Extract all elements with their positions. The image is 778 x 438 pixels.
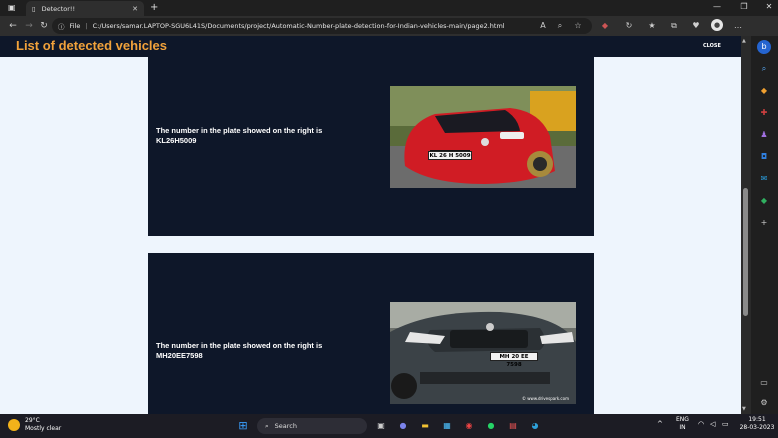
more-icon[interactable]: …	[731, 19, 745, 33]
games-icon[interactable]: ♟	[757, 128, 771, 142]
store-icon[interactable]: ▦	[440, 419, 454, 433]
outlook-icon[interactable]: ✉	[757, 172, 771, 186]
minimize-icon[interactable]: —	[710, 2, 724, 11]
photo-credit: © www.drivespark.com	[522, 396, 569, 401]
card-text: The number in the plate showed on the ri…	[156, 341, 356, 361]
settings-icon[interactable]: ⚙	[757, 396, 771, 410]
tab-actions-icon[interactable]: ▣	[8, 3, 16, 12]
language-code: ENG	[676, 416, 689, 423]
clock-date: 28-03-2023	[739, 424, 775, 431]
shopping-icon[interactable]: ◆	[757, 84, 771, 98]
drop-icon[interactable]: ◆	[757, 194, 771, 208]
whatsapp-icon[interactable]: ●	[484, 419, 498, 433]
file-explorer-icon[interactable]: ▬	[418, 419, 432, 433]
office-icon[interactable]: ◘	[757, 150, 771, 164]
card-caption: The number in the plate showed on the ri…	[156, 126, 323, 135]
sidebar-layout-icon[interactable]: ▭	[757, 376, 771, 390]
vehicle-card: The number in the plate showed on the ri…	[148, 253, 594, 414]
search-icon[interactable]: ⌕	[757, 62, 771, 76]
car-photo: KL 26 H 5009	[390, 86, 576, 188]
app-icon[interactable]: ▤	[506, 419, 520, 433]
url-text: C:/Users/samar.LAPTOP-SGU6L41S/Documents…	[92, 22, 505, 30]
car-photo: MH 20 EE 7598 © www.drivespark.com	[390, 302, 576, 404]
browser-tab[interactable]: ▯ Detector!! ✕	[26, 1, 144, 16]
temperature: 29°C	[25, 417, 40, 424]
tools-icon[interactable]: ✚	[757, 106, 771, 120]
plate-number: KL26H5009	[156, 136, 197, 145]
volume-icon[interactable]: ◁	[710, 420, 715, 428]
weather-status: Mostly clear	[25, 424, 62, 432]
task-view-icon[interactable]: ▣	[374, 419, 388, 433]
scroll-up-icon[interactable]: ▲	[742, 38, 746, 44]
scrollbar-thumb[interactable]	[743, 188, 748, 316]
license-plate: MH 20 EE 7598	[490, 352, 538, 368]
window-close-icon[interactable]: ✕	[762, 2, 776, 11]
windows-start-icon[interactable]: ⊞	[236, 419, 250, 433]
language-indicator[interactable]: ENG IN	[676, 416, 689, 432]
info-icon[interactable]: ⓘ	[58, 21, 65, 31]
new-tab-button[interactable]: +	[150, 2, 158, 13]
wifi-icon[interactable]: ◠	[698, 420, 704, 428]
clock-time: 19:51	[748, 416, 766, 423]
add-icon[interactable]: +	[757, 216, 771, 230]
scroll-down-icon[interactable]: ▼	[742, 406, 746, 412]
extension-icon[interactable]: ◆	[598, 19, 612, 33]
restore-icon[interactable]: ❐	[737, 2, 751, 11]
zoom-icon[interactable]: ⌕	[553, 19, 567, 33]
region-code: IN	[679, 424, 686, 431]
weather-icon	[8, 418, 20, 431]
taskbar-search[interactable]: ⌕ Search	[257, 418, 367, 434]
search-label: Search	[274, 422, 297, 430]
url-scheme-label: File	[69, 22, 81, 30]
page-header: List of detected vehicles CLOSE	[0, 36, 741, 57]
back-icon[interactable]: ←	[6, 19, 20, 33]
favorites-icon[interactable]: ★	[645, 19, 659, 33]
address-bar[interactable]: ⓘ File | C:/Users/samar.LAPTOP-SGU6L41S/…	[52, 18, 592, 34]
battery-icon[interactable]: ▭	[722, 420, 729, 428]
search-icon: ⌕	[265, 421, 269, 430]
refresh-page-icon[interactable]: ↻	[622, 19, 636, 33]
edge-icon[interactable]: ◕	[528, 419, 542, 433]
health-icon[interactable]: ♥	[689, 19, 703, 33]
license-plate: KL 26 H 5009	[428, 151, 472, 160]
teams-icon[interactable]: ●	[396, 419, 410, 433]
weather-widget[interactable]: 29°C Mostly clear	[8, 417, 61, 432]
favorite-icon[interactable]: ☆	[571, 19, 585, 33]
clock[interactable]: 19:51 28-03-2023	[738, 416, 776, 432]
plate-number: MH20EE7598	[156, 351, 203, 360]
card-caption: The number in the plate showed on the ri…	[156, 341, 323, 350]
page-icon: ▯	[32, 4, 36, 13]
url-separator: |	[85, 22, 88, 30]
vehicle-card: The number in the plate showed on the ri…	[148, 57, 594, 236]
profile-avatar[interactable]: ●	[711, 19, 723, 31]
tab-close-icon[interactable]: ✕	[132, 5, 138, 13]
tab-title: Detector!!	[41, 4, 76, 13]
tray-overflow-icon[interactable]: ^	[657, 420, 663, 428]
collections-icon[interactable]: ⧉	[667, 19, 681, 33]
close-button[interactable]: CLOSE	[703, 43, 721, 49]
refresh-icon[interactable]: ↻	[37, 19, 51, 33]
forward-icon[interactable]: →	[22, 19, 36, 33]
chrome-icon[interactable]: ◉	[462, 419, 476, 433]
page-title: List of detected vehicles	[16, 38, 167, 53]
read-aloud-icon[interactable]: A	[536, 19, 550, 33]
card-text: The number in the plate showed on the ri…	[156, 126, 356, 146]
bing-icon[interactable]: b	[757, 40, 771, 54]
